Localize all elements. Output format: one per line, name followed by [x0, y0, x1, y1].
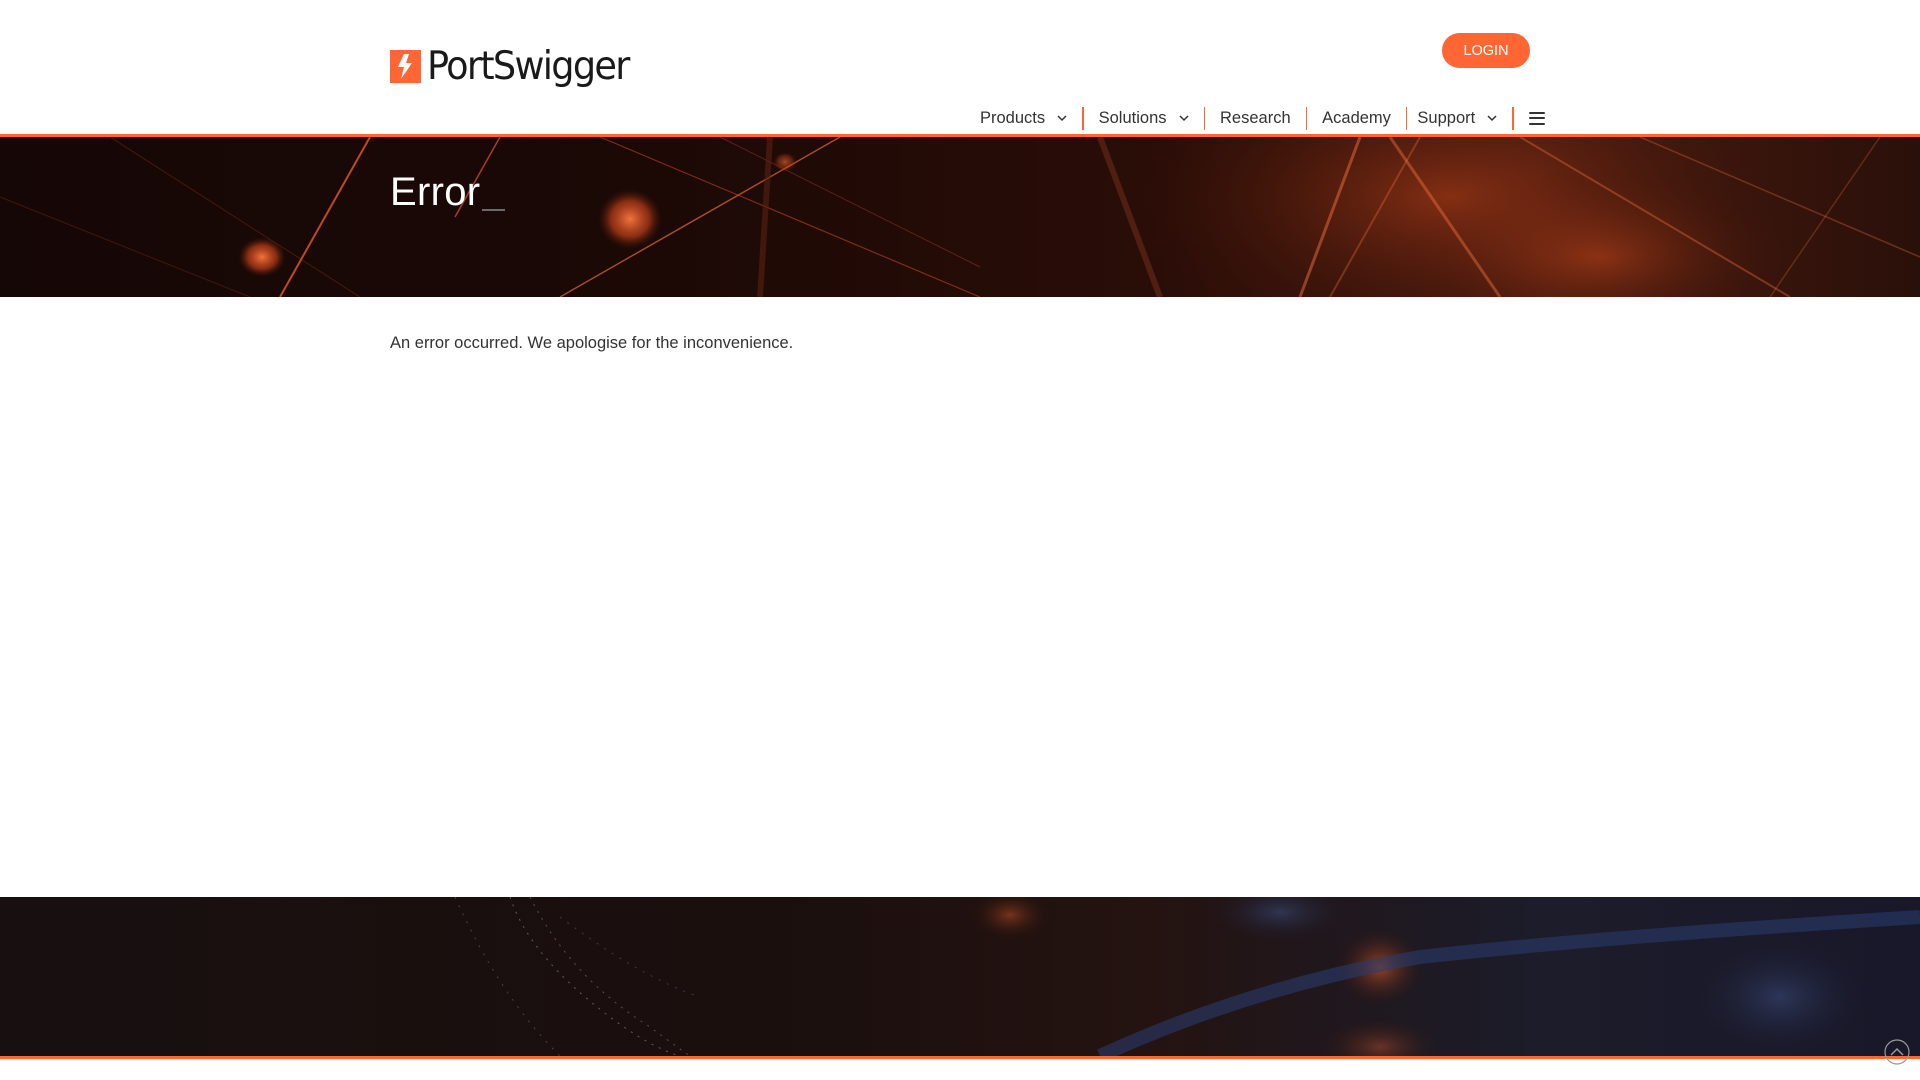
- page-title-text: Error: [390, 170, 481, 214]
- nav-item-academy[interactable]: Academy: [1307, 106, 1406, 130]
- nav-item-label: Products: [980, 108, 1046, 127]
- nav-item-label: Academy: [1322, 108, 1391, 127]
- portswigger-logo[interactable]: PortSwigger: [390, 42, 642, 90]
- error-message: An error occurred. We apologise for the …: [390, 334, 794, 352]
- site-header: PortSwigger LOGIN Products Solutions Res…: [0, 0, 1920, 137]
- chevron-down-icon: [1057, 115, 1067, 122]
- chevron-up-circle-icon[interactable]: [1884, 1039, 1910, 1065]
- main-nav: Products Solutions Research Academy Supp…: [965, 106, 1545, 130]
- nav-item-products[interactable]: Products: [965, 106, 1082, 130]
- nav-item-research[interactable]: Research: [1205, 106, 1306, 130]
- hero-background-graphic: [0, 137, 1920, 297]
- nav-item-label: Solutions: [1098, 108, 1167, 127]
- nav-item-label: Research: [1220, 108, 1291, 127]
- nav-item-solutions[interactable]: Solutions: [1084, 106, 1204, 130]
- page-title: Error: [390, 170, 506, 215]
- nav-item-label: Support: [1417, 108, 1476, 127]
- chevron-down-icon: [1487, 115, 1497, 122]
- chevron-down-icon: [1178, 115, 1189, 122]
- nav-item-support[interactable]: Support: [1407, 106, 1512, 130]
- site-footer: [0, 897, 1920, 1059]
- brand-name: PortSwigger: [427, 43, 630, 89]
- portswigger-logo-icon: [390, 49, 421, 83]
- hero-banner: Error: [0, 137, 1920, 297]
- login-button[interactable]: LOGIN: [1442, 33, 1530, 68]
- nav-divider: [1512, 106, 1514, 130]
- footer-background-graphic: [454, 897, 1920, 1056]
- title-cursor: [482, 209, 506, 211]
- hamburger-icon[interactable]: [1528, 111, 1545, 125]
